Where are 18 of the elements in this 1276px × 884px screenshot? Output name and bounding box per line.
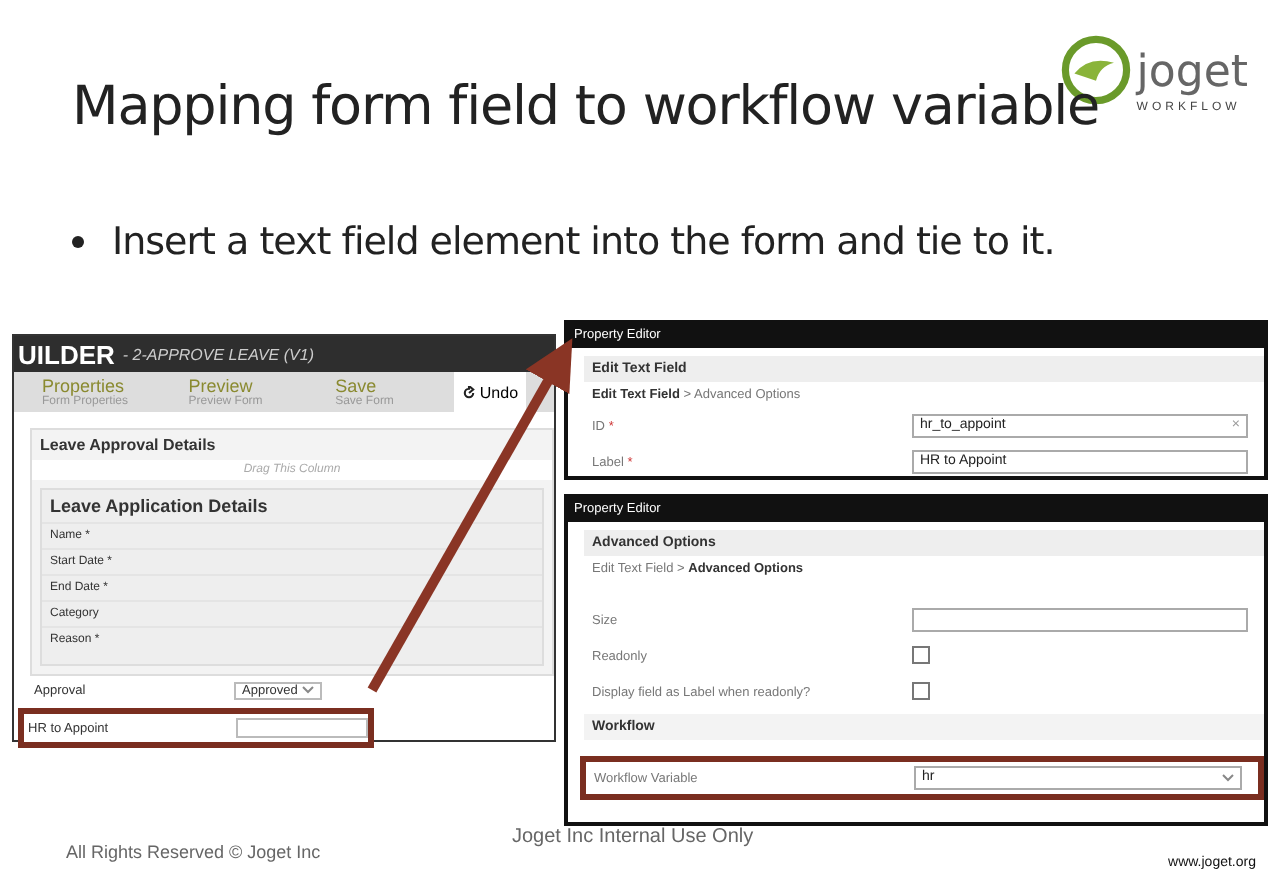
caret-icon: [301, 685, 314, 693]
undo-icon: [461, 385, 476, 399]
input-field[interactable]: [912, 608, 1248, 632]
checkbox[interactable]: [912, 681, 930, 699]
subsection-heading: Leave Application Details: [48, 494, 270, 520]
builder-title: UILDER: [18, 339, 115, 369]
bullet-icon: [72, 236, 84, 248]
caret-icon: [1222, 774, 1234, 782]
bullet-text: Insert a text field element into the form and tie to it.: [112, 220, 1055, 264]
section-heading: Leave Approval Details: [38, 434, 218, 458]
slide-title: Mapping form field to workflow variable: [72, 76, 1100, 138]
checkbox[interactable]: [912, 645, 930, 663]
undo-button[interactable]: Undo: [453, 372, 527, 412]
input-field[interactable]: [236, 718, 368, 738]
footer-copyright: All Rights Reserved © Joget Inc: [66, 842, 321, 862]
logo-wordmark: joget: [1136, 52, 1248, 96]
builder-subtitle: - 2-APPROVE LEAVE (V1): [122, 345, 314, 363]
footer-notice: Joget Inc Internal Use Only: [512, 826, 754, 848]
